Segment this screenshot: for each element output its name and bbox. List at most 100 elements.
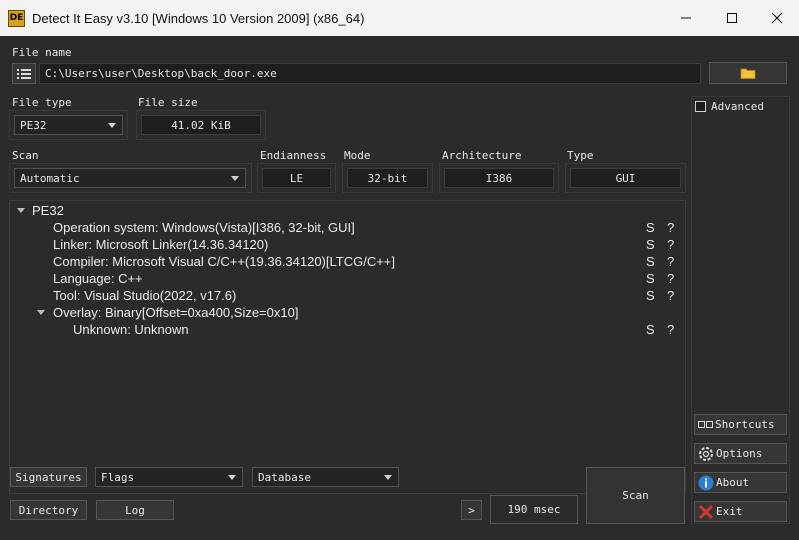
file-menu-button[interactable] <box>12 63 36 84</box>
title-bar: DE Detect It Easy v3.10 [Windows 10 Vers… <box>0 0 799 36</box>
file-path-text: C:\Users\user\Desktop\back_door.exe <box>45 67 277 80</box>
signature-link[interactable]: S <box>646 219 655 236</box>
database-select[interactable]: Database <box>252 467 399 487</box>
exit-label: Exit <box>716 505 743 518</box>
expand-caret-icon[interactable] <box>17 208 25 213</box>
detection-text: Unknown: Unknown <box>73 322 189 337</box>
architecture-field: I386 <box>444 168 554 188</box>
file-size-value: 41.02 KiB <box>171 118 231 132</box>
file-type-value: PE32 <box>20 118 47 132</box>
file-name-label: File name <box>12 46 72 59</box>
info-link[interactable]: ? <box>667 236 674 253</box>
detection-text: Overlay: Binary[Offset=0xa400,Size=0x10] <box>53 305 299 320</box>
info-link[interactable]: ? <box>667 287 674 304</box>
file-type-select[interactable]: PE32 <box>14 115 123 135</box>
tree-row-overlay[interactable]: Overlay: Binary[Offset=0xa400,Size=0x10] <box>10 304 685 321</box>
log-button[interactable]: Log <box>96 500 174 520</box>
chevron-down-icon <box>384 475 392 480</box>
tree-row[interactable]: Operation system: Windows(Vista)[I386, 3… <box>10 219 685 236</box>
shortcuts-label: Shortcuts <box>715 418 775 431</box>
chevron-down-icon <box>231 176 239 181</box>
exit-button[interactable]: Exit <box>694 501 787 522</box>
info-link[interactable]: ? <box>667 219 674 236</box>
architecture-label: Architecture <box>442 149 522 162</box>
maximize-icon <box>727 13 737 23</box>
tree-root-label: PE32 <box>32 203 64 218</box>
chevron-down-icon <box>228 475 236 480</box>
next-button[interactable]: > <box>461 500 482 520</box>
info-link[interactable]: ? <box>667 253 674 270</box>
detection-text: Linker: Microsoft Linker(14.36.34120) <box>53 237 269 252</box>
signatures-label: Signatures <box>15 470 82 484</box>
mode-value: 32-bit <box>367 171 408 185</box>
about-button[interactable]: About <box>694 472 787 493</box>
advanced-checkbox[interactable]: Advanced <box>695 100 764 113</box>
tree-row[interactable]: Compiler: Microsoft Visual C/C++(19.36.3… <box>10 253 685 270</box>
close-button[interactable] <box>757 6 797 30</box>
die-logo-icon: DE <box>8 10 25 27</box>
options-button[interactable]: Options <box>694 443 787 464</box>
detection-text: Language: C++ <box>53 271 143 286</box>
flags-select[interactable]: Flags <box>95 467 243 487</box>
endianness-value: LE <box>289 171 304 185</box>
exit-icon <box>698 504 714 519</box>
list-icon <box>17 68 31 79</box>
chevron-down-icon <box>108 123 116 128</box>
directory-label: Directory <box>18 503 79 517</box>
detection-text: Tool: Visual Studio(2022, v17.6) <box>53 288 237 303</box>
about-label: About <box>716 476 750 489</box>
tree-row[interactable]: Language: C++ S ? <box>10 270 685 287</box>
signature-link[interactable]: S <box>646 287 655 304</box>
gear-icon <box>699 446 713 461</box>
minimize-button[interactable] <box>666 6 706 30</box>
database-label: Database <box>258 470 311 484</box>
expand-caret-icon[interactable] <box>37 310 45 315</box>
tree-row[interactable]: Unknown: Unknown S ? <box>10 321 685 338</box>
signature-link[interactable]: S <box>646 236 655 253</box>
scan-time-field: 190 msec <box>490 495 578 524</box>
flags-label: Flags <box>101 470 135 484</box>
signatures-button[interactable]: Signatures <box>10 467 87 487</box>
signature-link[interactable]: S <box>646 253 655 270</box>
architecture-value: I386 <box>485 171 513 185</box>
endianness-label: Endianness <box>260 149 327 162</box>
advanced-label: Advanced <box>711 100 764 113</box>
type-label: Type <box>567 149 594 162</box>
main-area: File name C:\Users\user\Desktop\back_doo… <box>0 36 799 540</box>
window-title: Detect It Easy v3.10 [Windows 10 Version… <box>32 11 365 26</box>
signature-link[interactable]: S <box>646 321 655 338</box>
type-value: GUI <box>615 171 636 185</box>
scan-mode-select[interactable]: Automatic <box>14 168 246 188</box>
type-field: GUI <box>570 168 681 188</box>
detection-text: Operation system: Windows(Vista)[I386, 3… <box>53 220 355 235</box>
directory-button[interactable]: Directory <box>10 500 87 520</box>
shortcuts-icon <box>698 420 713 428</box>
checkbox-icon[interactable] <box>695 101 706 112</box>
tree-row[interactable]: Linker: Microsoft Linker(14.36.34120) S … <box>10 236 685 253</box>
endianness-field: LE <box>262 168 331 188</box>
signature-link[interactable]: S <box>646 270 655 287</box>
shortcuts-button[interactable]: Shortcuts <box>694 414 787 435</box>
scan-button-label: Scan <box>622 489 649 502</box>
maximize-button[interactable] <box>712 6 752 30</box>
file-size-label: File size <box>138 96 198 109</box>
file-path-field[interactable]: C:\Users\user\Desktop\back_door.exe <box>39 63 701 84</box>
scan-time-value: 190 msec <box>507 503 561 516</box>
mode-label: Mode <box>344 149 371 162</box>
scan-button[interactable]: Scan <box>586 467 685 524</box>
mode-field: 32-bit <box>347 168 428 188</box>
log-label: Log <box>125 503 145 517</box>
minimize-icon <box>681 17 691 19</box>
results-tree[interactable]: PE32 Operation system: Windows(Vista)[I3… <box>9 200 686 494</box>
next-label: > <box>468 503 475 517</box>
info-link[interactable]: ? <box>667 321 674 338</box>
tree-row[interactable]: Tool: Visual Studio(2022, v17.6) S ? <box>10 287 685 304</box>
detection-text: Compiler: Microsoft Visual C/C++(19.36.3… <box>53 254 395 269</box>
tree-row-root[interactable]: PE32 <box>10 202 685 219</box>
options-label: Options <box>716 447 763 460</box>
close-icon <box>771 12 783 24</box>
open-file-button[interactable] <box>709 62 787 84</box>
file-size-field: 41.02 KiB <box>141 115 261 135</box>
info-link[interactable]: ? <box>667 270 674 287</box>
scan-label: Scan <box>12 149 39 162</box>
